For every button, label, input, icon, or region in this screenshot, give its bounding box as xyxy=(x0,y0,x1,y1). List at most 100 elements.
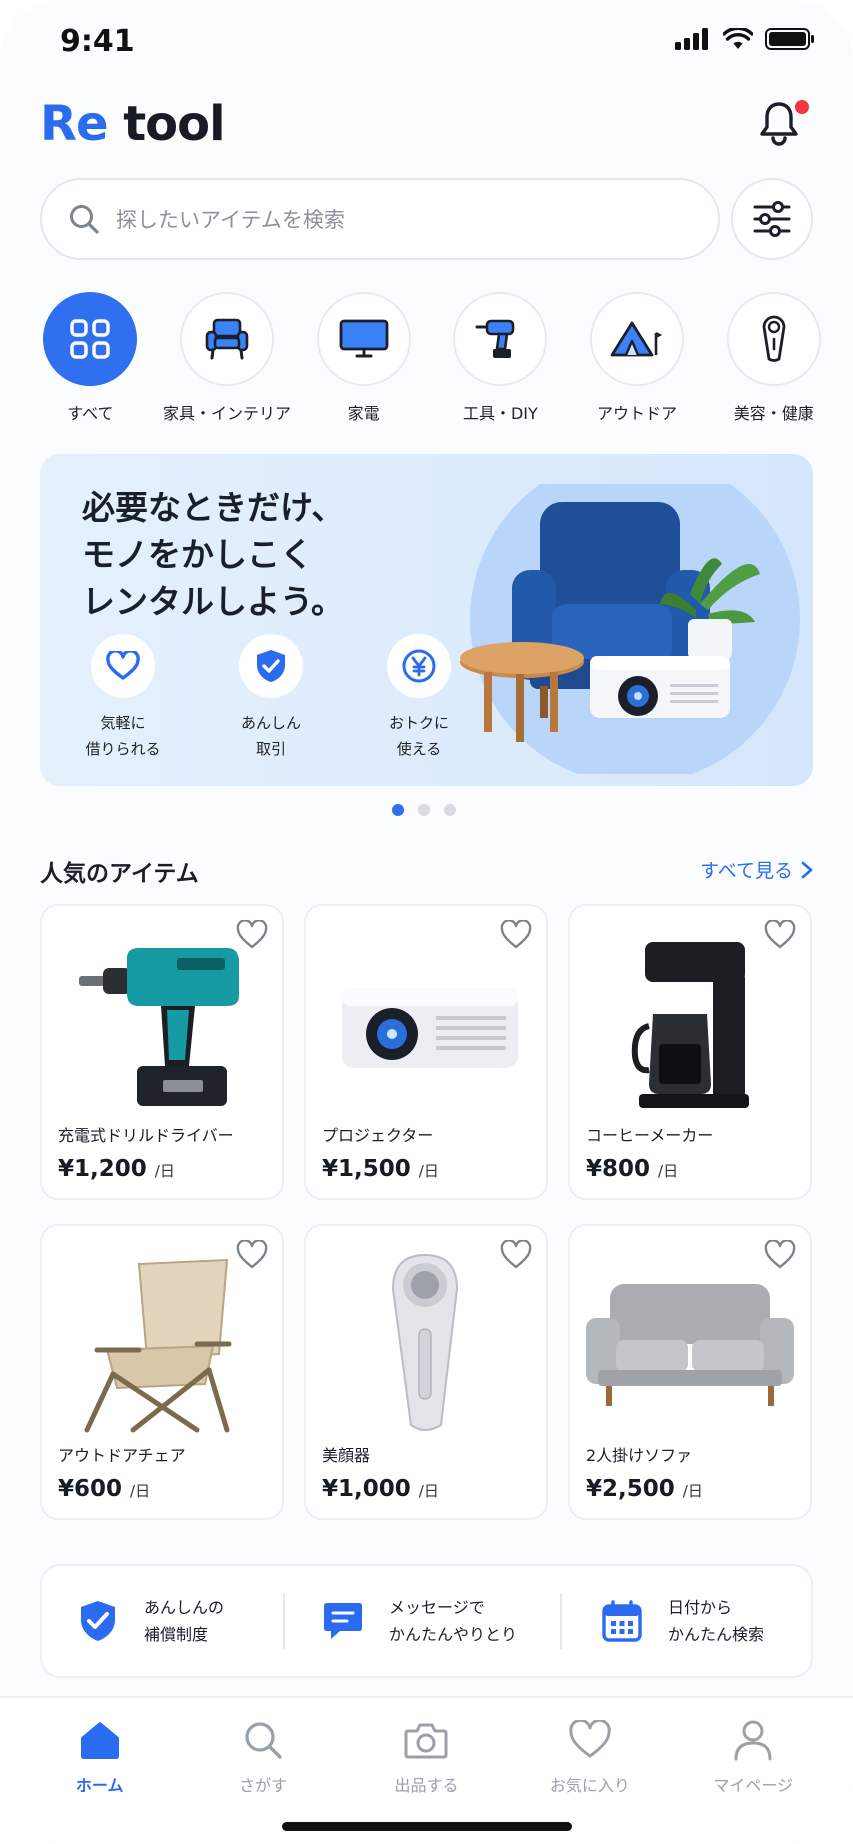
outdoor-chair-image xyxy=(84,1258,232,1433)
favorite-button[interactable] xyxy=(236,919,268,950)
phone-screen: 9:41 Re tool 探したいアイテムを検索 すべて 家具・インテリア 家電… xyxy=(0,0,853,1844)
wifi-icon xyxy=(723,28,753,49)
tab-sell[interactable]: 出品する xyxy=(351,1718,501,1796)
item-image xyxy=(306,1244,546,1444)
category-tools[interactable]: 工具・DIY xyxy=(432,292,569,424)
item-image xyxy=(42,924,282,1124)
heart-outline-icon xyxy=(236,919,268,949)
tab-mypage[interactable]: マイページ xyxy=(678,1718,828,1796)
app-logo[interactable]: Re tool xyxy=(40,96,226,152)
price-amount: ¥1,000 xyxy=(322,1476,411,1502)
heart-outline-icon xyxy=(236,1239,268,1269)
carousel-dot[interactable] xyxy=(444,804,456,816)
category-furniture[interactable]: 家具・インテリア xyxy=(159,292,296,424)
heart-outline-icon xyxy=(500,919,532,949)
heart-icon xyxy=(106,651,140,680)
tab-search[interactable]: さがす xyxy=(188,1718,338,1796)
carousel-dot[interactable] xyxy=(418,804,430,816)
projector-illustration xyxy=(590,656,730,718)
shield-check-icon xyxy=(81,1601,115,1641)
banner-illustration xyxy=(460,484,800,774)
feature-label-line: あんしん xyxy=(240,714,301,732)
category-label: すべて xyxy=(67,404,114,423)
item-card[interactable]: プロジェクター ¥1,500/日 xyxy=(304,904,548,1200)
item-card[interactable]: 2人掛けソファ ¥2,500/日 xyxy=(568,1224,812,1520)
tab-home[interactable]: ホーム xyxy=(25,1718,175,1796)
search-bar[interactable]: 探したいアイテムを検索 xyxy=(40,178,720,260)
category-appliances[interactable]: 家電 xyxy=(295,292,432,424)
price-unit: /日 xyxy=(658,1162,679,1180)
carousel-dot-active[interactable] xyxy=(392,804,404,816)
category-icon-circle xyxy=(43,292,138,386)
price-unit: /日 xyxy=(682,1482,703,1500)
trust-item-message[interactable]: メッセージで かんたんやりとり xyxy=(285,1594,560,1648)
trust-item-calendar[interactable]: 日付からかんたん検索 xyxy=(562,1594,811,1648)
item-price: ¥1,200/日 xyxy=(58,1156,175,1182)
feature-easy: 気軽に 借りられる xyxy=(80,634,166,762)
favorite-button[interactable] xyxy=(764,1239,796,1270)
category-label: アウトドア xyxy=(597,404,678,423)
feature-value: おトクに 使える xyxy=(376,634,462,762)
category-icon-circle xyxy=(590,292,685,386)
favorite-button[interactable] xyxy=(500,919,532,950)
calendar-icon xyxy=(602,1600,642,1642)
trust-label-line: かんたん検索 xyxy=(667,1625,764,1644)
favorite-button[interactable] xyxy=(500,1239,532,1270)
tab-label: マイページ xyxy=(713,1776,794,1795)
item-name: 充電式ドリルドライバー xyxy=(58,1126,234,1145)
item-card[interactable]: 充電式ドリルドライバー ¥1,200/日 xyxy=(40,904,284,1200)
feature-icon-circle xyxy=(239,634,303,698)
drill-image xyxy=(79,948,239,1106)
tab-icon-wrap xyxy=(404,1718,448,1762)
item-name: 2人掛けソファ xyxy=(586,1446,693,1465)
search-placeholder: 探したいアイテムを検索 xyxy=(116,208,345,232)
chevron-right-icon xyxy=(801,861,813,878)
price-unit: /日 xyxy=(130,1482,151,1500)
category-label: 工具・DIY xyxy=(462,404,538,423)
item-card[interactable]: アウトドアチェア ¥600/日 xyxy=(40,1224,284,1520)
home-indicator[interactable] xyxy=(282,1822,572,1831)
carousel-dots xyxy=(392,804,456,816)
feature-label: 気軽に 借りられる xyxy=(85,710,160,762)
heart-outline-icon xyxy=(764,919,796,949)
category-icon-circle xyxy=(726,292,821,386)
tab-favorites[interactable]: お気に入り xyxy=(515,1718,665,1796)
battery-icon xyxy=(765,28,814,50)
item-card[interactable]: コーヒーメーカー ¥800/日 xyxy=(568,904,812,1200)
user-icon xyxy=(734,1720,772,1761)
promo-banner[interactable]: 必要なときだけ、 モノをかしこく レンタルしよう。 気軽に 借りられる あんしん取… xyxy=(40,454,813,786)
feature-label-line: 借りられる xyxy=(85,740,161,758)
price-amount: ¥600 xyxy=(58,1476,123,1502)
projector-image xyxy=(342,988,518,1068)
status-icons xyxy=(675,28,815,50)
trust-label-line: 日付から xyxy=(667,1598,732,1617)
search-icon xyxy=(70,205,99,234)
item-card[interactable]: 美顔器 ¥1,000/日 xyxy=(304,1224,548,1520)
see-all-link[interactable]: すべて見る xyxy=(700,856,813,883)
trust-item-insurance[interactable]: あんしんの 補償制度 xyxy=(42,1594,283,1648)
favorite-button[interactable] xyxy=(764,919,796,950)
tab-icon-wrap xyxy=(78,1718,122,1762)
category-beauty[interactable]: 美容・健康 xyxy=(705,292,842,424)
filter-button[interactable] xyxy=(731,178,813,260)
heart-outline-icon xyxy=(764,1239,796,1269)
signal-icon xyxy=(675,28,708,50)
price-amount: ¥1,500 xyxy=(322,1156,411,1182)
category-label: 家具・インテリア xyxy=(163,404,292,423)
beauty-device-image xyxy=(391,1253,459,1431)
message-icon xyxy=(324,1603,363,1639)
category-icon-circle xyxy=(180,292,274,386)
category-label: 家電 xyxy=(347,404,380,423)
favorite-button[interactable] xyxy=(236,1239,268,1270)
logo-tool: tool xyxy=(123,96,225,152)
feature-icon-circle xyxy=(387,634,451,698)
price-unit: /日 xyxy=(418,1482,439,1500)
item-price: ¥600/日 xyxy=(58,1476,150,1502)
see-all-label: すべて見る xyxy=(700,860,793,882)
item-price: ¥800/日 xyxy=(586,1156,678,1182)
trust-icon xyxy=(321,1599,365,1643)
category-outdoor[interactable]: アウトドア xyxy=(569,292,706,424)
notification-button[interactable] xyxy=(757,100,809,148)
category-all[interactable]: すべて xyxy=(22,292,159,424)
item-name: プロジェクター xyxy=(322,1126,434,1145)
